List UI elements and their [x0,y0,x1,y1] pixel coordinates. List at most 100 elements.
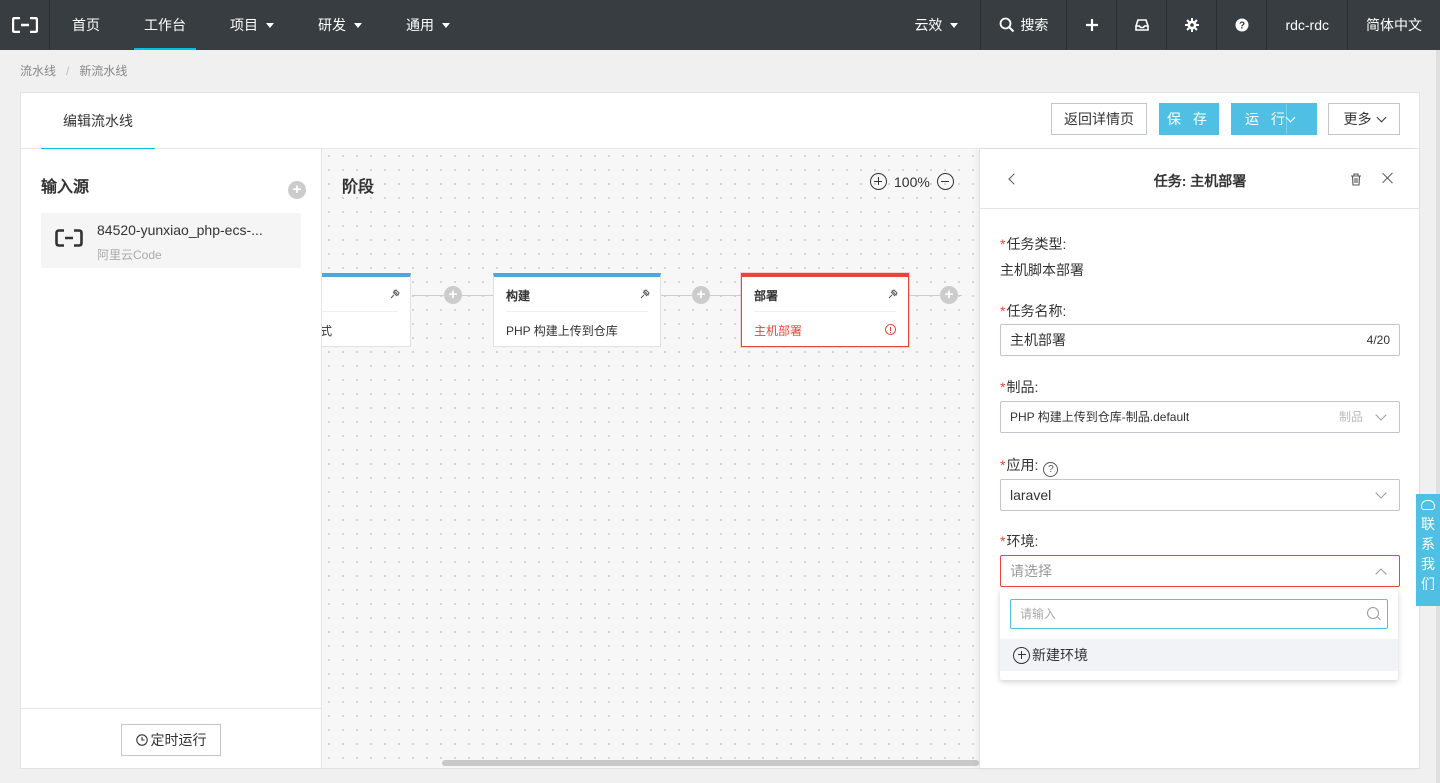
contact-char: 们 [1421,576,1435,592]
editor-header: 编辑流水线 返回详情页 保 存 运 行 更多 [21,93,1419,150]
save-label: 保 存 [1167,111,1211,127]
env-search-input[interactable]: 请输入 [1010,599,1388,629]
nav-user-label: rdc-rdc [1285,17,1329,33]
env-dropdown: 请输入 新建环境 [1000,589,1398,680]
task-name-value: 主机部署 [1010,332,1066,348]
env-search-placeholder: 请输入 [1020,607,1057,621]
stage-card-deploy[interactable]: 部署 主机部署 [741,273,909,347]
nav-workbench-label: 工作台 [144,17,186,33]
zoom-out-icon[interactable] [936,173,954,190]
nav-general-label: 通用 [406,17,434,33]
caret-down-icon [950,22,959,28]
stage-task[interactable]: PHP 构建上传到仓库 [506,322,618,339]
scheduled-run-button[interactable]: 定时运行 [121,724,221,756]
source-card[interactable]: 84520-yunxiao_php-ecs-... 阿里云Code [41,213,301,268]
task-name-input[interactable]: 主机部署 4/20 [1000,324,1400,356]
stage-card-build[interactable]: 构建 PHP 构建上传到仓库 [493,273,661,347]
svg-text:?: ? [1239,21,1245,32]
scheduled-run-label: 定时运行 [150,732,207,748]
chevron-down-icon [1375,409,1387,421]
nav-home[interactable]: 首页 [50,0,122,50]
stage-divider [754,311,896,312]
task-panel: 任务: 主机部署 *任务类型: 主机脚本部署 *任务名称: 主机部署 4/20 … [979,149,1420,768]
aliyun-code-icon [55,229,83,247]
search-icon [1000,17,1015,33]
caret-down-icon [354,22,362,28]
caret-down-icon [266,22,274,28]
source-name: 84520-yunxiao_php-ecs-... [97,222,263,238]
close-icon[interactable] [1381,172,1393,184]
aliyun-logo-icon[interactable] [0,0,50,50]
breadcrumb-pipeline[interactable]: 流水线 [20,64,56,78]
add-stage-button[interactable]: + [444,286,462,304]
tab-edit-pipeline-label: 编辑流水线 [63,113,133,129]
edit-pin-icon[interactable] [640,289,650,299]
nav-dev-label: 研发 [318,17,346,33]
artifact-label-text: 制品: [1006,379,1039,395]
add-stage-button[interactable]: + [692,286,710,304]
sidebar-footer: 定时运行 [21,708,321,768]
run-button[interactable]: 运 行 [1231,103,1317,135]
plus-circle-icon [1013,646,1030,664]
app-label-text: 应用: [1006,457,1039,473]
env-label-text: 环境: [1006,533,1039,549]
breadcrumb-separator: / [66,64,70,78]
nav-general[interactable]: 通用 [384,0,472,50]
pipeline-editor: 编辑流水线 返回详情页 保 存 运 行 更多 输入源 + 84520-yunxi… [20,92,1420,769]
nav-search[interactable]: 搜索 [980,0,1066,50]
nav-user[interactable]: rdc-rdc [1266,0,1347,50]
caret-down-icon [442,22,450,28]
nav-project[interactable]: 项目 [208,0,296,50]
trash-icon[interactable] [1350,173,1362,186]
contact-char: 联 [1421,516,1435,532]
add-source-button[interactable]: + [288,181,306,199]
chevron-down-icon [1375,487,1387,499]
tab-edit-pipeline[interactable]: 编辑流水线 [41,93,155,150]
app-value: laravel [1010,487,1052,503]
zoom-in-icon[interactable] [870,173,887,190]
inbox-icon [1135,19,1149,31]
edit-pin-icon[interactable] [390,289,400,299]
nav-search-label: 搜索 [1020,17,1049,33]
stage-title: 阶段 [342,179,375,196]
nav-help[interactable]: ? [1216,0,1266,50]
nav-project-label: 项目 [230,17,258,33]
contact-us-button[interactable]: 联 系 我 们 [1416,494,1440,606]
stage-task[interactable]: 式 [322,322,332,339]
breadcrumb-current: 新流水线 [79,64,128,78]
stage-canvas[interactable]: 阶段 100% 式 + 构建 PHP 构建上传到仓库 + 部署 主机部署 + [322,149,979,768]
nav-dev[interactable]: 研发 [296,0,384,50]
required-mark: * [1000,303,1006,319]
nav-home-label: 首页 [72,17,100,33]
back-to-detail-button[interactable]: 返回详情页 [1051,103,1147,135]
more-label: 更多 [1343,111,1372,127]
stage-task[interactable]: 主机部署 [754,322,802,339]
nav-workbench[interactable]: 工作台 [122,0,208,50]
stage-divider [322,311,398,312]
run-dropdown-toggle[interactable] [1285,104,1316,134]
nav-language[interactable]: 简体中文 [1347,0,1440,50]
canvas-scrollbar[interactable] [442,760,979,766]
nav-product-switch[interactable]: 云效 [894,0,980,50]
new-env-option[interactable]: 新建环境 [1000,639,1398,671]
artifact-select[interactable]: PHP 构建上传到仓库-制品.default 制品 [1000,401,1400,433]
question-icon[interactable]: ? [1043,462,1059,477]
add-stage-button[interactable]: + [940,286,958,304]
nav-settings[interactable] [1166,0,1216,50]
required-mark: * [1000,379,1006,395]
page-scrollbar[interactable] [1436,50,1440,783]
warning-icon [885,324,896,335]
env-select[interactable]: 请选择 [1000,555,1400,587]
edit-pin-icon[interactable] [888,289,898,299]
save-button[interactable]: 保 存 [1159,103,1219,135]
task-type-label: *任务类型: [1000,234,1066,254]
source-sidebar: 输入源 + 84520-yunxiao_php-ecs-... 阿里云Code … [21,149,322,768]
env-label: *环境: [1000,531,1038,551]
app-select[interactable]: laravel [1000,479,1400,511]
more-button[interactable]: 更多 [1328,103,1400,135]
search-icon [1367,607,1379,619]
stage-card-test[interactable]: 式 [322,273,411,347]
nav-inbox[interactable] [1116,0,1166,50]
nav-add[interactable] [1066,0,1116,50]
